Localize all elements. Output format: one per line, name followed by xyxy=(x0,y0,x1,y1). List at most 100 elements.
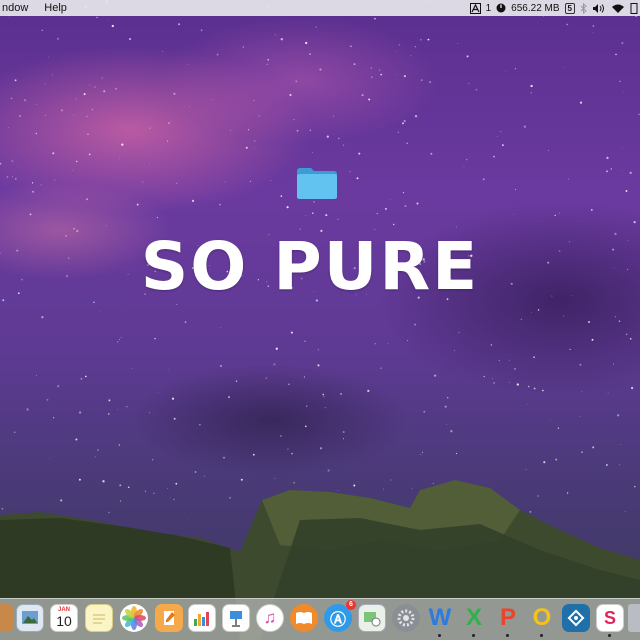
star xyxy=(530,92,532,94)
star xyxy=(579,416,581,417)
star xyxy=(94,456,96,458)
star xyxy=(338,137,340,140)
star xyxy=(128,37,132,41)
star xyxy=(403,74,407,78)
star xyxy=(613,363,614,365)
star xyxy=(266,63,268,65)
adobe-icon[interactable] xyxy=(469,0,481,16)
star xyxy=(12,176,13,178)
system-preferences-icon[interactable] xyxy=(392,604,420,632)
star xyxy=(319,68,322,71)
bluetooth-icon[interactable] xyxy=(580,0,587,16)
star xyxy=(620,444,621,445)
star xyxy=(454,350,456,351)
star xyxy=(587,320,591,324)
star xyxy=(392,223,395,226)
preview-viewer-icon[interactable] xyxy=(358,604,386,632)
outlook-icon[interactable]: O xyxy=(528,604,556,632)
star xyxy=(223,456,225,459)
star xyxy=(315,26,317,28)
star xyxy=(497,135,498,137)
calendar-icon[interactable]: JAN 10 xyxy=(50,604,78,632)
keynote-icon[interactable] xyxy=(222,604,250,632)
star xyxy=(0,252,1,255)
star xyxy=(265,377,267,379)
star xyxy=(219,203,221,206)
trash-edge-icon[interactable] xyxy=(628,604,640,632)
star xyxy=(274,34,276,36)
memory-readout[interactable]: 656.22 MB xyxy=(511,3,559,14)
number-5-icon[interactable]: 5 xyxy=(564,0,575,16)
star xyxy=(309,53,311,55)
word-icon[interactable]: W xyxy=(426,604,454,632)
star xyxy=(8,127,10,129)
star xyxy=(427,38,430,41)
photos-icon[interactable] xyxy=(120,604,148,632)
star xyxy=(97,449,99,451)
star xyxy=(371,76,373,78)
star xyxy=(14,79,17,82)
star xyxy=(199,424,201,426)
star xyxy=(420,79,423,82)
star xyxy=(625,333,628,336)
preview-icon[interactable] xyxy=(16,604,44,632)
star xyxy=(253,99,255,102)
star xyxy=(493,381,496,384)
star xyxy=(88,153,91,156)
star xyxy=(319,447,323,450)
slack-icon[interactable]: S xyxy=(596,604,624,632)
itunes-icon[interactable]: ♫ xyxy=(256,604,284,632)
star xyxy=(623,91,625,93)
vpn-icon[interactable] xyxy=(562,604,590,632)
star xyxy=(120,336,122,338)
star xyxy=(342,430,345,434)
star xyxy=(510,282,513,285)
star xyxy=(579,363,582,366)
star xyxy=(398,44,401,46)
star xyxy=(168,122,170,125)
star xyxy=(317,349,319,351)
star xyxy=(420,454,422,455)
star xyxy=(291,452,293,455)
folder-icon[interactable] xyxy=(296,166,338,200)
star xyxy=(220,327,222,329)
star xyxy=(117,341,119,343)
menu-help[interactable]: Help xyxy=(36,0,75,16)
star xyxy=(304,340,306,342)
star xyxy=(142,181,144,183)
volume-icon[interactable] xyxy=(592,0,606,16)
numbers-icon[interactable] xyxy=(188,604,216,632)
star xyxy=(16,249,19,252)
star xyxy=(290,331,293,334)
star xyxy=(111,24,114,28)
pages-icon[interactable] xyxy=(155,604,183,632)
star xyxy=(537,309,540,311)
wifi-icon[interactable] xyxy=(611,0,625,16)
notes-icon[interactable] xyxy=(85,604,113,632)
star xyxy=(41,316,44,319)
star xyxy=(618,320,621,322)
star xyxy=(2,299,5,302)
star xyxy=(200,29,203,32)
excel-icon[interactable]: X xyxy=(460,604,488,632)
star xyxy=(509,359,510,361)
star xyxy=(520,318,523,321)
menu-window[interactable]: ndow xyxy=(0,0,36,16)
star xyxy=(107,413,110,415)
star xyxy=(414,45,417,48)
memory-gauge-icon[interactable] xyxy=(496,0,506,16)
star xyxy=(326,135,329,138)
star xyxy=(57,385,60,388)
star xyxy=(633,220,636,224)
star xyxy=(41,29,43,31)
star xyxy=(493,155,495,158)
display-icon[interactable] xyxy=(630,0,638,16)
star xyxy=(108,399,111,402)
ibooks-icon[interactable] xyxy=(290,604,318,632)
star xyxy=(86,115,88,118)
partial-app-icon[interactable] xyxy=(0,604,14,632)
star xyxy=(136,203,139,206)
powerpoint-icon[interactable]: P xyxy=(494,604,522,632)
app-store-icon[interactable]: Ⓐ 6 xyxy=(324,600,356,632)
running-indicator xyxy=(438,634,441,637)
